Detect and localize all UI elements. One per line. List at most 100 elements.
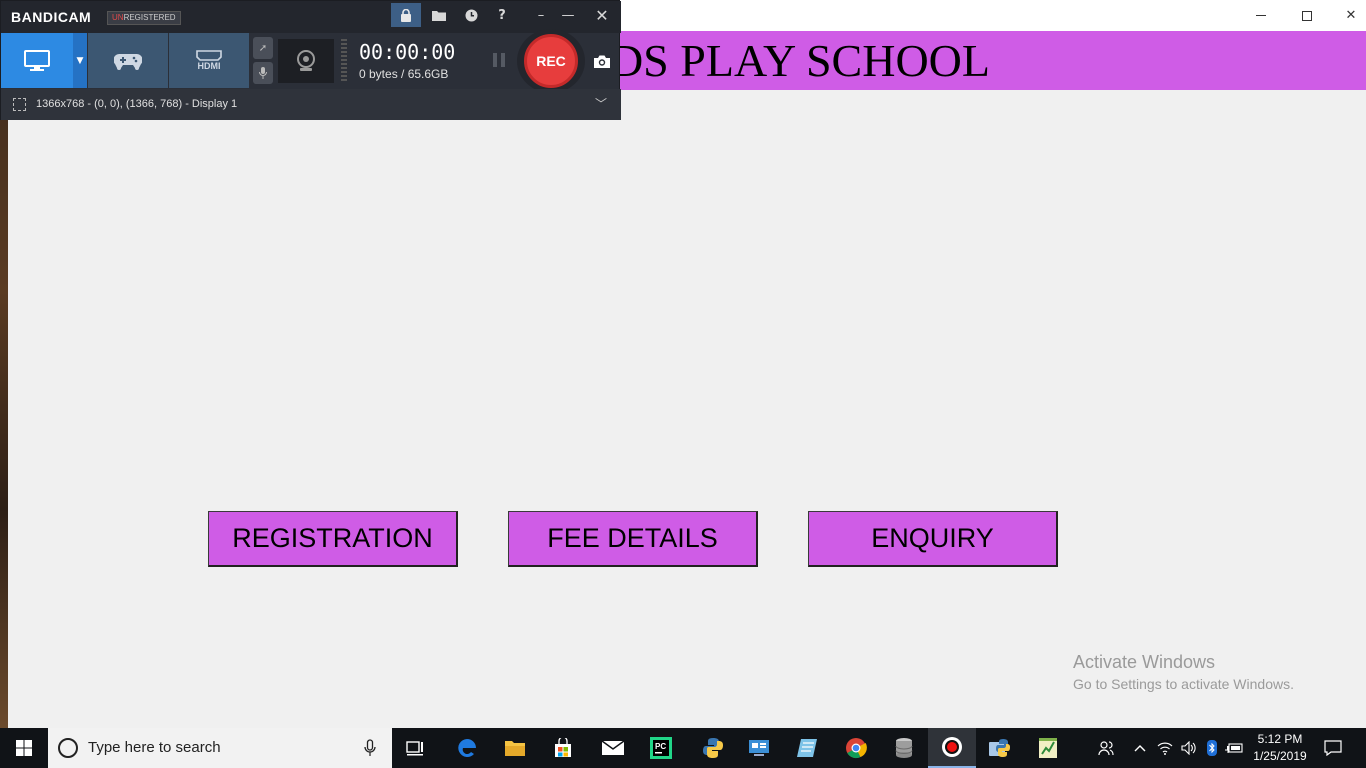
screenshot-button[interactable] (591, 51, 613, 71)
pause-icon (493, 53, 497, 67)
maximize-icon (1302, 10, 1312, 21)
bandicam-mini-button[interactable]: – (526, 3, 556, 27)
taskbar-bandicam[interactable] (928, 728, 976, 768)
bluetooth-icon (1207, 740, 1217, 756)
activate-windows-watermark: Activate Windows Go to Settings to activ… (1073, 651, 1294, 695)
minimize-icon: — (561, 7, 575, 23)
taskbar-network-app[interactable] (735, 728, 783, 768)
tray-wifi-button[interactable] (1154, 728, 1176, 768)
close-icon: ✕ (1345, 8, 1357, 23)
region-bar: 1366x768 - (0, 0), (1366, 768) - Display… (1, 89, 621, 120)
maximize-button[interactable] (1284, 0, 1330, 31)
taskbar-database[interactable] (880, 728, 928, 768)
recording-timer: 00:00:00 (359, 40, 456, 64)
taskbar-clock[interactable]: 5:12 PM 1/25/2019 (1240, 731, 1320, 765)
dash-icon: – (537, 7, 545, 23)
unregistered-text: REGISTERED (123, 13, 176, 22)
cursor-icon: ➚ (258, 42, 268, 54)
microphone-button[interactable] (253, 62, 273, 84)
notification-icon (1324, 740, 1342, 756)
webcam-button[interactable] (278, 39, 334, 83)
wifi-icon (1157, 742, 1173, 755)
taskbar-chrome[interactable] (832, 728, 880, 768)
tray-overflow-button[interactable] (1130, 728, 1150, 768)
chevron-down-icon: ▼ (76, 55, 84, 66)
lock-button[interactable] (391, 3, 421, 27)
folder-button[interactable] (424, 3, 454, 27)
taskbar-store[interactable] (539, 728, 587, 768)
camera-icon (594, 55, 610, 68)
tray-bluetooth-button[interactable] (1203, 728, 1221, 768)
microphone-icon[interactable] (364, 739, 376, 757)
taskbar-file-explorer[interactable] (491, 728, 539, 768)
help-icon: ? (498, 7, 506, 23)
pause-button[interactable] (491, 53, 507, 69)
cursor-effect-button[interactable]: ➚ (253, 37, 273, 59)
region-info: 1366x768 - (0, 0), (1366, 768) - Display… (36, 98, 238, 110)
pycharm-icon: PC (650, 737, 672, 759)
record-button[interactable]: REC (524, 34, 578, 88)
recording-size: 0 bytes / 65.6GB (359, 67, 449, 81)
folder-icon (432, 10, 446, 21)
cortana-icon (58, 738, 78, 758)
store-icon (555, 738, 571, 757)
webcam-icon (297, 50, 315, 71)
tray-people-button[interactable] (1094, 728, 1118, 768)
start-button[interactable] (0, 728, 48, 768)
hdmi-icon (196, 50, 222, 61)
monitor-icon (24, 49, 50, 71)
region-select-icon[interactable] (13, 98, 26, 111)
action-center-button[interactable] (1320, 728, 1346, 768)
unregistered-badge: UNREGISTERED (107, 11, 181, 25)
game-mode-button[interactable] (88, 33, 168, 88)
tray-volume-button[interactable] (1178, 728, 1200, 768)
taskbar-spreadsheet[interactable] (1024, 728, 1072, 768)
bandicam-close-button[interactable]: ✕ (587, 3, 617, 27)
bandicam-header: BANDICAM UNREGISTERED ? – — ✕ (1, 1, 621, 33)
gamepad-icon (114, 53, 142, 70)
chevron-down-icon: ﹀ (595, 97, 608, 111)
registration-button[interactable]: REGISTRATION (208, 511, 458, 567)
svg-text:PC: PC (655, 742, 666, 751)
close-button[interactable]: ✕ (1328, 0, 1366, 31)
help-button[interactable]: ? (487, 3, 517, 27)
chrome-icon (846, 738, 867, 759)
taskbar-pycharm[interactable]: PC (637, 728, 685, 768)
folder-icon (505, 741, 525, 756)
fee-details-button[interactable]: FEE DETAILS (508, 511, 758, 567)
overlay-options: ➚ (253, 37, 275, 85)
expand-button[interactable]: ﹀ (595, 95, 607, 112)
close-icon: ✕ (595, 5, 609, 25)
device-mode-button[interactable]: HDMI (169, 33, 249, 88)
screen-mode-dropdown[interactable]: ▼ (73, 33, 87, 88)
bandicam-logo: BANDICAM (11, 9, 92, 25)
taskbar-edge[interactable] (443, 728, 491, 768)
spreadsheet-icon (1039, 738, 1057, 758)
bandicam-minimize-button[interactable]: — (553, 3, 583, 27)
lock-icon (401, 8, 411, 22)
microphone-icon (259, 67, 267, 79)
minimize-button[interactable] (1238, 0, 1284, 31)
enquiry-button[interactable]: ENQUIRY (808, 511, 1058, 567)
taskbar-mail[interactable] (589, 728, 637, 768)
task-view-button[interactable] (392, 728, 440, 768)
pause-icon-bar (501, 53, 505, 67)
network-app-icon (749, 740, 769, 756)
taskbar-python[interactable] (689, 728, 737, 768)
screen-mode-button[interactable] (1, 33, 73, 88)
search-placeholder: Type here to search (88, 739, 221, 756)
clock-time: 5:12 PM (1257, 732, 1303, 746)
chevron-up-icon (1134, 745, 1146, 752)
windows-logo-icon (16, 740, 32, 756)
record-icon (942, 737, 962, 757)
volume-icon (1181, 741, 1196, 755)
taskbar-notes[interactable] (783, 728, 831, 768)
audio-level-meter (341, 39, 347, 83)
people-icon (1098, 741, 1114, 756)
edge-icon (458, 739, 476, 757)
task-view-icon (406, 741, 423, 756)
taskbar-search[interactable]: Type here to search (48, 728, 392, 768)
taskbar-python-idle[interactable] (976, 728, 1024, 768)
schedule-button[interactable] (456, 3, 486, 27)
activate-subtitle: Go to Settings to activate Windows. (1073, 676, 1294, 692)
